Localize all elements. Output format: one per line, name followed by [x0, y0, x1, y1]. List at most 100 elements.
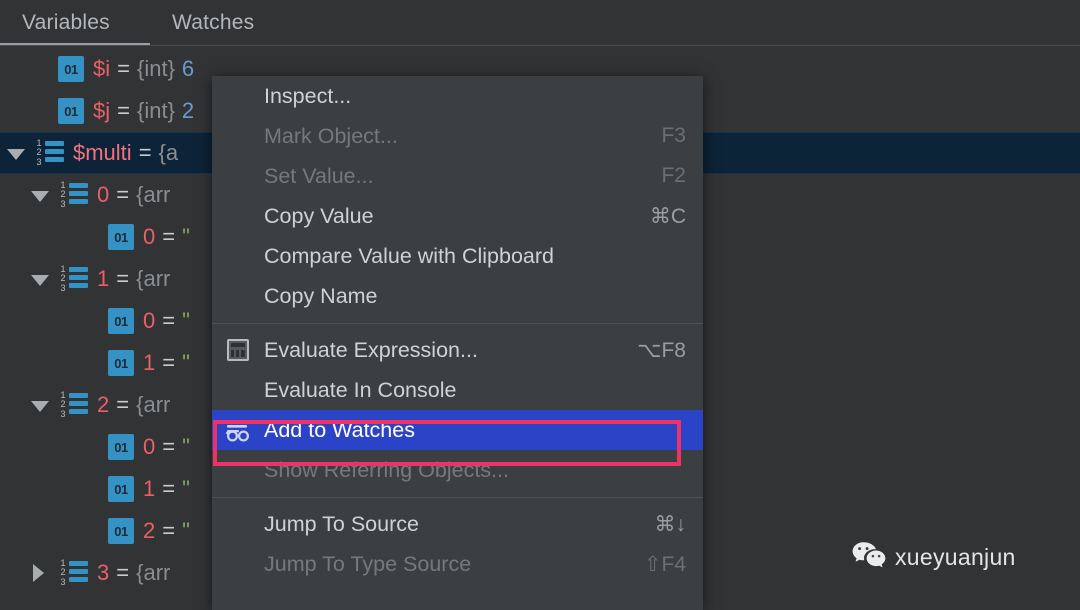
variable-value: " — [182, 476, 190, 501]
equals-sign: = — [116, 266, 130, 291]
primitive-01-icon: 01 — [58, 98, 84, 124]
menu-item-label: Inspect... — [264, 83, 352, 108]
debugger-variables-panel: Variables Watches 01 $i = {int} 6 01 $j = {int} 2… — [0, 0, 1080, 610]
primitive-01-icon: 01 — [108, 518, 134, 544]
equals-sign: = — [117, 56, 130, 81]
variable-name: $i — [93, 56, 111, 81]
menu-item-label: Evaluate Expression... — [264, 337, 478, 362]
variable-type: {arr — [136, 266, 171, 291]
glasses-icon — [225, 420, 250, 442]
chevron-down-icon[interactable] — [28, 258, 50, 300]
menu-item-mark-object: Mark Object... F3 — [212, 116, 703, 156]
variable-type: {int} — [136, 98, 175, 123]
variable-name: 3 — [97, 560, 110, 585]
menu-item-evaluate-expression[interactable]: Evaluate Expression... ⌥F8 — [212, 330, 703, 370]
menu-item-shortcut: ⇧F4 — [643, 552, 686, 576]
menu-separator — [212, 497, 703, 498]
equals-sign: = — [162, 308, 176, 333]
watermark: xueyuanjun — [852, 541, 1016, 574]
array-123-icon: 123 — [34, 138, 64, 167]
equals-sign: = — [116, 560, 130, 585]
tab-bar: Variables Watches — [0, 0, 1080, 47]
menu-item-inspect[interactable]: Inspect... — [212, 76, 703, 116]
tab-watches-label: Watches — [172, 10, 255, 34]
menu-item-compare-value-with-clipboard[interactable]: Compare Value with Clipboard — [212, 236, 703, 276]
menu-item-jump-to-type-source: Jump To Type Source ⇧F4 — [212, 544, 703, 584]
menu-item-label: Set Value... — [264, 163, 374, 188]
menu-item-show-referring-objects: Show Referring Objects... — [212, 450, 703, 490]
variable-name: 1 — [143, 476, 156, 501]
menu-separator — [212, 323, 703, 324]
variable-name: 2 — [143, 518, 156, 543]
array-123-icon: 123 — [58, 558, 88, 587]
variable-name: 0 — [143, 308, 156, 333]
equals-sign: = — [162, 518, 176, 543]
twisty-spacer — [78, 300, 100, 342]
menu-item-evaluate-in-console[interactable]: Evaluate In Console — [212, 370, 703, 410]
primitive-01-icon: 01 — [108, 308, 134, 334]
tab-variables[interactable]: Variables — [8, 0, 124, 45]
array-123-icon: 123 — [58, 264, 88, 293]
twisty-spacer — [78, 426, 100, 468]
menu-item-add-to-watches[interactable]: Add to Watches — [212, 410, 703, 450]
menu-item-shortcut: ⌘C — [649, 204, 686, 228]
variable-name: $j — [93, 98, 111, 123]
menu-item-jump-to-source[interactable]: Jump To Source ⌘↓ — [212, 504, 703, 544]
menu-item-label: Jump To Source — [264, 511, 419, 536]
variable-name: $multi — [73, 140, 132, 165]
variable-name: 2 — [97, 392, 110, 417]
equals-sign: = — [116, 182, 130, 207]
variable-value: " — [182, 434, 190, 459]
menu-item-label: Compare Value with Clipboard — [264, 243, 554, 268]
variable-type: {arr — [136, 182, 171, 207]
variable-type: {a — [158, 140, 179, 165]
menu-item-shortcut: F3 — [661, 124, 686, 147]
chevron-down-icon[interactable] — [28, 174, 50, 216]
menu-item-shortcut: F2 — [661, 164, 686, 187]
variable-type: {arr — [136, 392, 171, 417]
variable-value: 6 — [181, 56, 195, 81]
variable-value: " — [182, 308, 190, 333]
menu-item-label: Jump To Type Source — [264, 551, 472, 576]
twisty-spacer — [28, 90, 50, 132]
twisty-spacer — [28, 48, 50, 90]
variable-name: 0 — [143, 434, 156, 459]
variable-type: {int} — [136, 56, 175, 81]
menu-item-set-value: Set Value... F2 — [212, 156, 703, 196]
chevron-right-icon[interactable] — [28, 552, 50, 594]
equals-sign: = — [162, 476, 176, 501]
variable-value: " — [182, 350, 190, 375]
menu-item-copy-value[interactable]: Copy Value ⌘C — [212, 196, 703, 236]
twisty-spacer — [78, 468, 100, 510]
variable-type: {arr — [136, 560, 171, 585]
variable-name: 1 — [143, 350, 156, 375]
primitive-01-icon: 01 — [58, 56, 84, 82]
chevron-down-icon[interactable] — [28, 384, 50, 426]
twisty-spacer — [78, 216, 100, 258]
context-menu[interactable]: Inspect... Mark Object... F3 Set Value... F2… — [212, 76, 703, 610]
variable-name: 0 — [97, 182, 110, 207]
array-123-icon: 123 — [58, 180, 88, 209]
variable-value: " — [182, 224, 190, 249]
menu-item-label: Mark Object... — [264, 123, 398, 148]
menu-item-shortcut: ⌥F8 — [637, 338, 686, 362]
equals-sign: = — [162, 434, 176, 459]
primitive-01-icon: 01 — [108, 476, 134, 502]
menu-item-label: Evaluate In Console — [264, 377, 457, 402]
tab-watches[interactable]: Watches — [158, 0, 268, 45]
menu-item-shortcut: ⌘↓ — [654, 512, 687, 536]
equals-sign: = — [117, 98, 130, 123]
equals-sign: = — [162, 224, 176, 249]
menu-item-label: Show Referring Objects... — [264, 457, 509, 482]
calculator-icon — [227, 339, 249, 361]
menu-item-copy-name[interactable]: Copy Name — [212, 276, 703, 316]
chevron-down-icon[interactable] — [4, 132, 26, 174]
calculator-icon — [222, 334, 254, 366]
glasses-icon — [222, 414, 254, 446]
watermark-text: xueyuanjun — [895, 544, 1016, 570]
menu-item-label: Copy Value — [264, 203, 374, 228]
variable-name: 1 — [97, 266, 110, 291]
menu-item-label: Add to Watches — [264, 417, 415, 442]
equals-sign: = — [116, 392, 130, 417]
twisty-spacer — [78, 510, 100, 552]
